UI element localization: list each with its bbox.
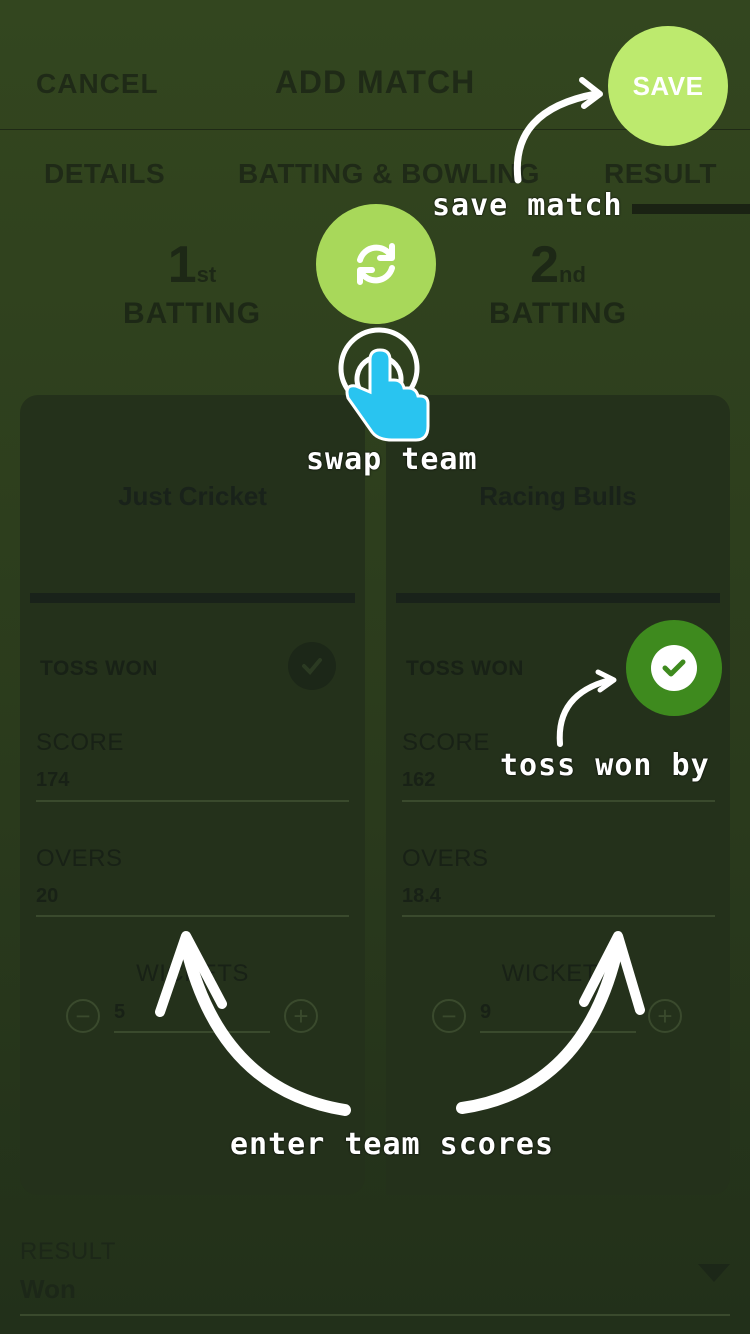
- coach-toss-text: toss won by: [500, 748, 710, 783]
- coach-scores-text: enter team scores: [230, 1127, 555, 1162]
- coach-save-text: save match: [432, 188, 623, 223]
- coach-swap-text: swap team: [306, 442, 478, 477]
- pointer-hand-icon: [338, 327, 430, 442]
